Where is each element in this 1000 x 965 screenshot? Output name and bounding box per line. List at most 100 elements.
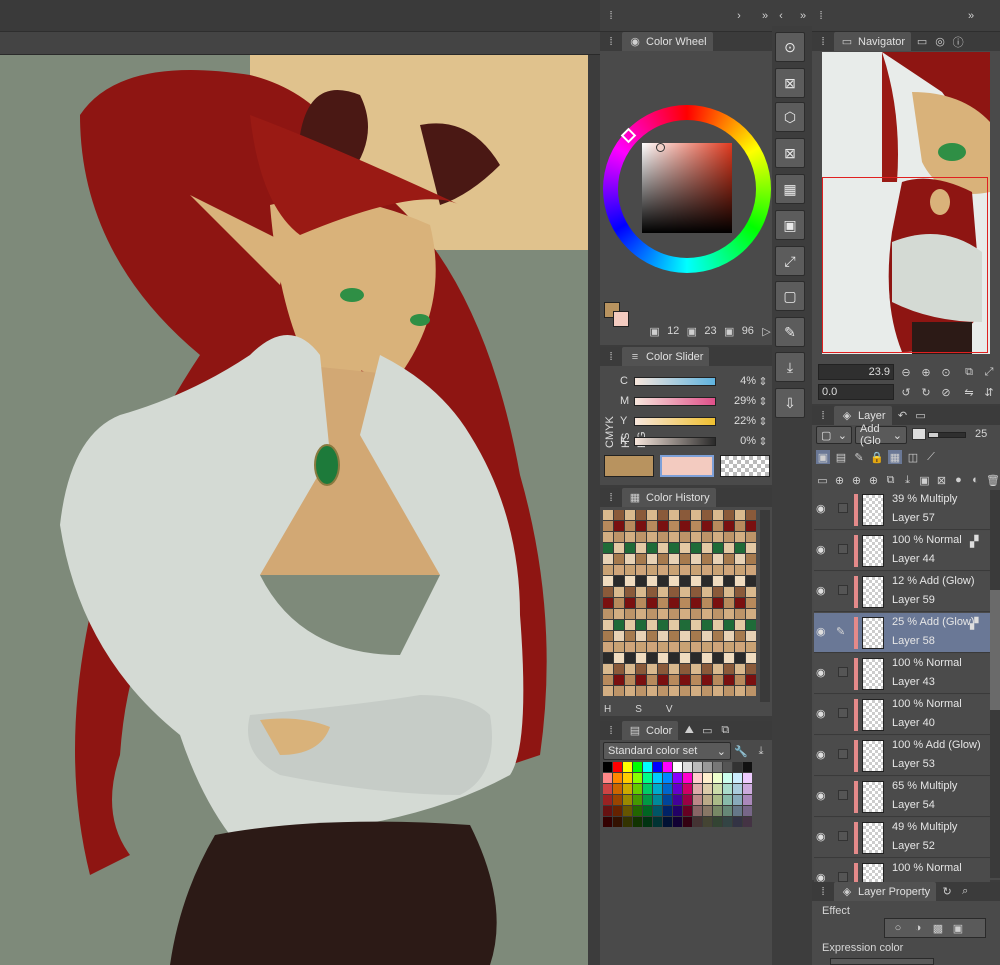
history-swatch[interactable] [614,543,624,553]
color-set-swatch[interactable] [643,795,652,805]
history-swatch[interactable] [724,675,734,685]
history-swatch[interactable] [724,587,734,597]
history-swatch[interactable] [658,543,668,553]
clip-icon[interactable]: ▣ [816,450,830,464]
color-set-swatch[interactable] [653,795,662,805]
layer-thumbnail[interactable] [862,822,884,854]
history-swatch[interactable] [625,675,635,685]
mask-icon[interactable]: ◫ [906,450,920,464]
history-swatch[interactable] [713,510,723,520]
layer-name[interactable]: Layer 52 [892,840,935,852]
history-swatch[interactable] [724,565,734,575]
layer-checkbox[interactable] [838,585,848,595]
history-swatch[interactable] [724,653,734,663]
history-swatch[interactable] [713,554,723,564]
history-swatch[interactable] [691,609,701,619]
history-swatch[interactable] [647,620,657,630]
history-swatch[interactable] [669,576,679,586]
rotate-right-icon[interactable]: ↻ [919,385,933,399]
color-set-swatch[interactable] [613,817,622,827]
chevron-right-icon[interactable]: › [732,9,746,23]
color-set-swatch[interactable] [703,784,712,794]
opacity-value[interactable]: 25 [975,428,987,440]
layer-name[interactable]: Layer 44 [892,553,935,565]
history-swatch[interactable] [735,510,745,520]
history-swatch[interactable] [636,664,646,674]
color-set-swatch[interactable] [723,773,732,783]
layer-thumbnail[interactable] [862,781,884,813]
history-swatch[interactable] [669,598,679,608]
history-swatch[interactable] [669,532,679,542]
history-swatch[interactable] [702,664,712,674]
color-set-swatch[interactable] [663,762,672,772]
color-set-swatch[interactable] [653,784,662,794]
history-swatch[interactable] [691,543,701,553]
layer-checkbox[interactable] [838,790,848,800]
color-set-swatch[interactable] [603,773,612,783]
history-swatch[interactable] [735,598,745,608]
history-swatch[interactable] [691,686,701,696]
history-swatch[interactable] [603,521,613,531]
history-swatch[interactable] [614,609,624,619]
color-set-swatch[interactable] [613,762,622,772]
history-swatch[interactable] [735,675,745,685]
history-swatch[interactable] [636,510,646,520]
double-chevron-icon[interactable]: » [796,9,810,23]
color-set-swatch[interactable] [673,773,682,783]
layer-thumbnail[interactable] [862,535,884,567]
color-set-swatch[interactable] [633,806,642,816]
history-swatch[interactable] [691,642,701,652]
history-swatch[interactable] [658,642,668,652]
history-swatch[interactable] [647,576,657,586]
new-vector-icon[interactable]: ⊕ [850,473,863,487]
history-swatch[interactable] [724,686,734,696]
eye-icon[interactable]: ◉ [816,707,830,721]
history-swatch[interactable] [647,565,657,575]
color-set-swatch[interactable] [623,762,632,772]
history-swatch[interactable] [636,532,646,542]
color-set-swatch[interactable] [693,795,702,805]
history-swatch[interactable] [691,587,701,597]
history-swatch[interactable] [625,521,635,531]
history-swatch[interactable] [603,565,613,575]
history-swatch[interactable] [669,664,679,674]
cube-icon[interactable]: ⬡ [775,102,805,132]
slider-value[interactable]: 0% [716,435,756,447]
history-swatch[interactable] [614,554,624,564]
search-icon[interactable]: ⌕ [958,885,972,899]
layer-checkbox[interactable] [838,749,848,759]
color-set-swatch[interactable] [743,784,752,794]
history-swatch[interactable] [691,653,701,663]
layer-row[interactable]: ◉ 49 % Multiply Layer 52 [814,818,990,858]
history-swatch[interactable] [713,631,723,641]
draft-icon[interactable]: ✎ [852,450,866,464]
history-swatch[interactable] [658,532,668,542]
tab-color-slider[interactable]: ≡ Color Slider [622,347,710,366]
history-swatch[interactable] [603,576,613,586]
slider-track-c[interactable] [634,376,716,386]
history-swatch[interactable] [658,510,668,520]
history-swatch[interactable] [680,587,690,597]
history-swatch[interactable] [658,598,668,608]
history-swatch[interactable] [647,631,657,641]
color-set-swatch[interactable] [653,762,662,772]
history-swatch[interactable] [713,532,723,542]
color-set-swatch[interactable] [613,795,622,805]
history-swatch[interactable] [746,576,756,586]
history-swatch[interactable] [680,543,690,553]
history-swatch[interactable] [625,587,635,597]
history-swatch[interactable] [735,543,745,553]
color-set-swatch[interactable] [653,773,662,783]
history-swatch[interactable] [713,642,723,652]
color-set-swatch[interactable] [743,817,752,827]
history-swatch[interactable] [691,631,701,641]
spinner-icon[interactable]: ⇕ [756,414,770,428]
history-swatch[interactable] [691,664,701,674]
history-swatch[interactable] [702,576,712,586]
delete-icon[interactable]: ⊠ [775,138,805,168]
color-set-swatch[interactable] [723,795,732,805]
opacity-slider[interactable] [928,432,966,438]
history-swatch[interactable] [658,554,668,564]
history-swatch[interactable] [603,664,613,674]
grip-icon[interactable]: ⁞ [604,724,618,738]
